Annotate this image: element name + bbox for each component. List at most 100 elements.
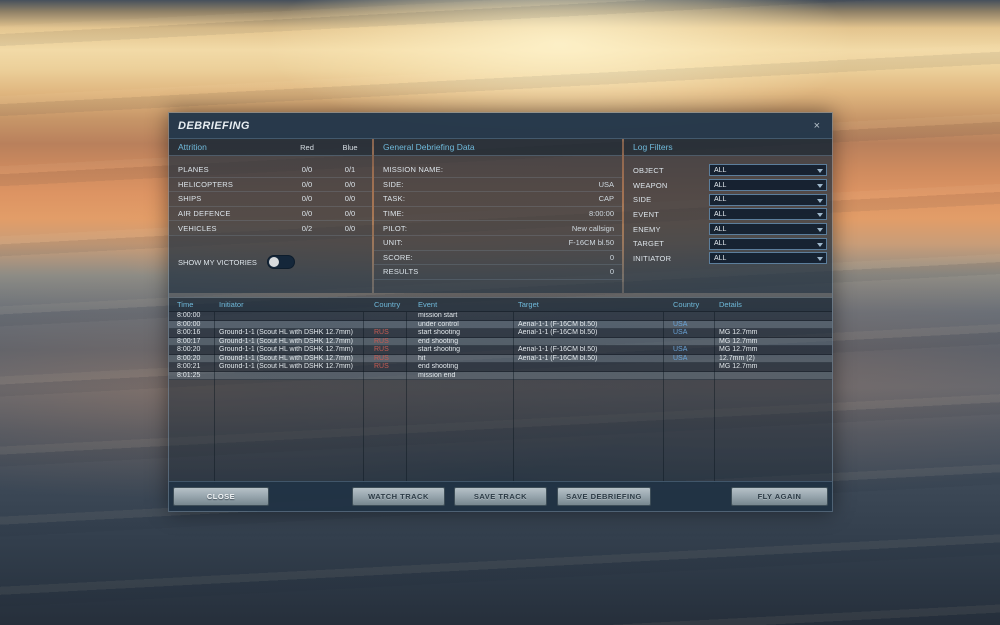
dropdown-value: ALL (714, 166, 727, 174)
attrition-row-air-defence: AIR DEFENCE 0/0 0/0 (169, 207, 372, 222)
cell-target-country: USA (673, 346, 688, 354)
general-data-body: MISSION NAME: SIDE: USA TASK: CAP TIME: … (374, 156, 622, 280)
filter-label: ENEMY (633, 224, 661, 234)
chevron-down-icon (817, 228, 823, 233)
col-header-time: Time (177, 300, 194, 309)
dropdown-value: ALL (714, 210, 727, 218)
filter-label: EVENT (633, 209, 660, 219)
cell-event: under control (418, 320, 459, 328)
field-side: SIDE: USA (374, 178, 622, 193)
watch-track-button[interactable]: WATCH TRACK (352, 487, 445, 506)
close-icon[interactable]: × (802, 120, 832, 132)
chevron-down-icon (817, 198, 823, 203)
cell-event: start shooting (418, 346, 461, 354)
field-label: SIDE: (383, 179, 404, 189)
dropdown-value: ALL (714, 181, 727, 189)
filter-enemy: ENEMY ALL (624, 222, 832, 237)
attrition-red-value: 0/0 (301, 194, 313, 204)
save-debriefing-button[interactable]: SAVE DEBRIEFING (557, 487, 651, 506)
cell-event: end shooting (418, 337, 459, 345)
attrition-label: AIR DEFENCE (178, 209, 231, 219)
table-row[interactable]: 8:00:00 under control Aerial-1-1 (F-16CM… (169, 320, 832, 329)
top-panels: Attrition Red Blue PLANES 0/0 0/1 HELICO… (169, 139, 832, 293)
table-row[interactable]: 8:00:21 Ground-1-1 (Scout HL with DSHK 1… (169, 363, 832, 372)
cell-target: Aerial-1-1 (F-16CM bl.50) (518, 354, 598, 362)
filter-initiator: INITIATOR ALL (624, 251, 832, 266)
cell-event: mission start (418, 312, 458, 320)
cell-initiator: Ground-1-1 (Scout HL with DSHK 12.7mm) (219, 346, 353, 354)
cell-details: MG 12.7mm (719, 329, 758, 337)
cell-country: RUS (374, 363, 389, 371)
filter-side: SIDE ALL (624, 192, 832, 207)
table-row[interactable]: 8:01:25 mission end (169, 371, 832, 380)
cell-time: 8:00:17 (177, 337, 201, 345)
attrition-label: VEHICLES (178, 223, 217, 233)
table-row[interactable]: 8:00:17 Ground-1-1 (Scout HL with DSHK 1… (169, 337, 832, 346)
attrition-row-vehicles: VEHICLES 0/2 0/0 (169, 221, 372, 236)
dialog-title: DEBRIEFING (178, 119, 250, 132)
cell-details: MG 12.7mm (719, 337, 758, 345)
filter-label: INITIATOR (633, 253, 672, 263)
chevron-down-icon (817, 169, 823, 174)
field-value: CAP (598, 194, 614, 204)
field-value: F-16CM bl.50 (568, 238, 614, 248)
field-label: MISSION NAME: (383, 165, 444, 175)
log-filters-header: Log Filters (624, 139, 832, 156)
table-row[interactable]: 8:00:16 Ground-1-1 (Scout HL with DSHK 1… (169, 329, 832, 338)
filter-object: OBJECT ALL (624, 163, 832, 178)
attrition-title: Attrition (178, 142, 207, 152)
cell-country: RUS (374, 354, 389, 362)
object-filter-dropdown[interactable]: ALL (709, 164, 827, 177)
side-filter-dropdown[interactable]: ALL (709, 193, 827, 206)
field-task: TASK: CAP (374, 192, 622, 207)
attrition-panel: Attrition Red Blue PLANES 0/0 0/1 HELICO… (169, 139, 372, 293)
chevron-down-icon (817, 213, 823, 218)
table-row[interactable]: 8:00:00 mission start (169, 312, 832, 321)
field-label: PILOT: (383, 223, 408, 233)
save-track-button[interactable]: SAVE TRACK (454, 487, 547, 506)
field-unit: UNIT: F-16CM bl.50 (374, 236, 622, 251)
cell-country: RUS (374, 329, 389, 337)
fly-again-button[interactable]: FLY AGAIN (731, 487, 828, 506)
table-row[interactable]: 8:00:20 Ground-1-1 (Scout HL with DSHK 1… (169, 346, 832, 355)
close-button[interactable]: CLOSE (173, 487, 269, 506)
cell-time: 8:00:16 (177, 329, 201, 337)
field-time: TIME: 8:00:00 (374, 207, 622, 222)
cell-initiator: Ground-1-1 (Scout HL with DSHK 12.7mm) (219, 329, 353, 337)
field-label: UNIT: (383, 238, 403, 248)
field-value: 0 (609, 252, 614, 262)
cell-target-country: USA (673, 354, 688, 362)
attrition-label: SHIPS (178, 194, 202, 204)
log-table-header: Time Initiator Country Event Target Coun… (169, 298, 832, 312)
filter-event: EVENT ALL (624, 207, 832, 222)
dropdown-value: ALL (714, 196, 727, 204)
general-data-panel: General Debriefing Data MISSION NAME: SI… (374, 139, 622, 293)
filter-label: TARGET (633, 239, 665, 249)
field-pilot: PILOT: New callsign (374, 221, 622, 236)
initiator-filter-dropdown[interactable]: ALL (709, 252, 827, 265)
cell-initiator: Ground-1-1 (Scout HL with DSHK 12.7mm) (219, 354, 353, 362)
field-label: SCORE: (383, 252, 413, 262)
dropdown-value: ALL (714, 240, 727, 248)
log-filters-panel: Log Filters OBJECT ALL WEAPON ALL SIDE A… (624, 139, 832, 293)
weapon-filter-dropdown[interactable]: ALL (709, 179, 827, 192)
target-filter-dropdown[interactable]: ALL (709, 237, 827, 250)
event-filter-dropdown[interactable]: ALL (709, 208, 827, 221)
attrition-blue-value: 0/0 (344, 179, 356, 189)
attrition-blue-value: 0/1 (344, 165, 356, 175)
cell-country: RUS (374, 346, 389, 354)
show-victories-toggle[interactable] (266, 255, 295, 269)
col-header-initiator: Initiator (219, 300, 244, 309)
col-header-event: Event (418, 300, 438, 309)
cell-country: RUS (374, 337, 389, 345)
show-my-victories-row: SHOW MY VICTORIES (169, 252, 372, 272)
enemy-filter-dropdown[interactable]: ALL (709, 223, 827, 236)
attrition-header: Attrition Red Blue (169, 139, 372, 156)
show-my-victories-label: SHOW MY VICTORIES (178, 257, 257, 267)
table-row[interactable]: 8:00:20 Ground-1-1 (Scout HL with DSHK 1… (169, 354, 832, 363)
attrition-body: PLANES 0/0 0/1 HELICOPTERS 0/0 0/0 SHIPS… (169, 156, 372, 236)
cell-details: 12.7mm (2) (719, 354, 755, 362)
cell-event: hit (418, 354, 426, 362)
toggle-knob (268, 257, 279, 267)
field-value: 8:00:00 (588, 209, 614, 219)
